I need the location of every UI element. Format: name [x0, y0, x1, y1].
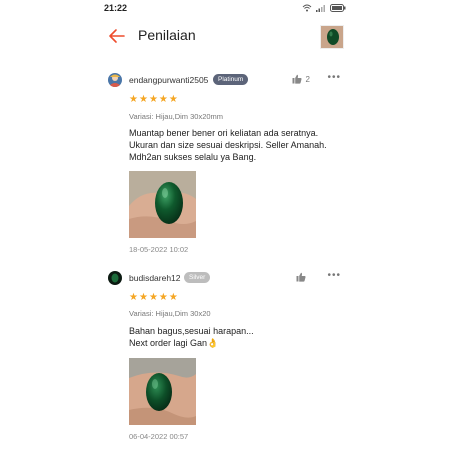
more-options-icon[interactable]: •••: [327, 72, 341, 83]
thumbs-up-icon: [292, 74, 302, 84]
app-header: Penilaian: [96, 22, 354, 52]
thumbs-up-icon: [296, 272, 306, 282]
signal-icon: [316, 5, 325, 12]
star-icon: ★: [129, 292, 138, 303]
review-screen: 21:22 Penilaian endangpurwanti2505 Plati…: [96, 0, 354, 450]
wifi-icon: [302, 4, 312, 12]
review-item: endangpurwanti2505 Platinum 2 ••• ★ ★ ★ ★ ★ …: [108, 72, 344, 254]
star-icon: ★: [158, 94, 168, 105]
star-icon: ★: [138, 94, 148, 105]
green-stone-thumbnail: [321, 26, 343, 48]
arrow-left-icon[interactable]: [108, 27, 126, 45]
like-button[interactable]: [296, 272, 310, 282]
membership-badge: Silver: [184, 272, 211, 283]
review-photo[interactable]: [129, 358, 196, 425]
avatar[interactable]: [108, 271, 122, 285]
rating-stars: ★ ★ ★ ★ ★: [129, 293, 178, 303]
star-icon: ★: [168, 94, 178, 105]
variant-label: Variasi: Hijau,Dim 30x20mm: [129, 112, 224, 121]
review-photo[interactable]: [129, 171, 196, 238]
like-count: 2: [305, 74, 310, 84]
review-text: Bahan bagus,sesuai harapan... Next order…: [129, 326, 254, 348]
star-icon: ★: [158, 292, 168, 303]
avatar[interactable]: [108, 73, 122, 87]
review-text: Muantap bener bener ori keliatan ada ser…: [129, 128, 327, 162]
page-title: Penilaian: [138, 27, 196, 43]
review-item: budisdareh12 Silver ••• ★ ★ ★ ★ ★ Variasi: H…: [108, 270, 344, 441]
star-icon: ★: [129, 94, 138, 105]
status-time: 21:22: [104, 3, 128, 13]
star-icon: ★: [168, 292, 178, 303]
variant-label: Variasi: Hijau,Dim 30x20: [129, 309, 211, 318]
like-button[interactable]: 2: [292, 74, 310, 84]
review-header: budisdareh12 Silver •••: [108, 270, 344, 288]
product-thumbnail[interactable]: [320, 25, 344, 49]
status-bar: 21:22: [96, 0, 354, 16]
reviewer-username[interactable]: budisdareh12: [129, 273, 181, 283]
rating-stars: ★ ★ ★ ★ ★: [129, 95, 178, 105]
review-date: 06-04-2022 00:57: [129, 432, 189, 441]
star-icon: ★: [148, 94, 158, 105]
membership-badge: Platinum: [213, 74, 249, 85]
more-options-icon[interactable]: •••: [327, 270, 341, 281]
star-icon: ★: [138, 292, 148, 303]
star-icon: ★: [148, 292, 158, 303]
reviewer-username[interactable]: endangpurwanti2505: [129, 75, 208, 85]
battery-icon: [330, 4, 346, 12]
status-icons: [302, 3, 346, 13]
review-header: endangpurwanti2505 Platinum 2 •••: [108, 72, 344, 90]
review-date: 18-05-2022 10:02: [129, 245, 189, 254]
